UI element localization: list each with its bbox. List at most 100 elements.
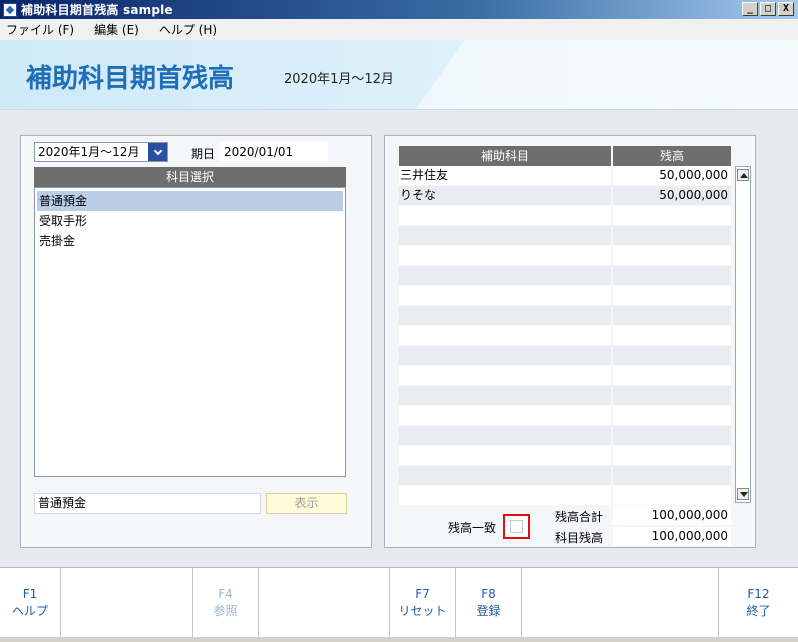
balance-cell[interactable] <box>613 206 731 225</box>
menu-edit[interactable]: 編集 (E) <box>94 21 139 38</box>
sub-account-cell[interactable] <box>399 466 611 485</box>
balance-cell[interactable] <box>613 286 731 305</box>
period-dropdown-button[interactable] <box>148 143 167 161</box>
balance-cell[interactable] <box>613 346 731 365</box>
list-item[interactable]: 受取手形 <box>37 211 343 231</box>
account-list-header: 科目選択 <box>34 167 346 187</box>
balance-cell[interactable]: 50,000,000 <box>613 166 731 185</box>
table-row[interactable]: りそな 50,000,000 <box>399 186 731 206</box>
sub-account-cell[interactable] <box>399 306 611 325</box>
balance-cell[interactable] <box>613 366 731 385</box>
sub-account-cell[interactable] <box>399 366 611 385</box>
date-label: 期日 <box>191 147 216 161</box>
fkey-key: F7 <box>415 587 430 601</box>
table-row[interactable] <box>399 306 731 326</box>
fkey-label: 登録 <box>476 604 501 618</box>
table-row[interactable] <box>399 466 731 486</box>
account-balance-label: 科目残高 <box>555 531 604 545</box>
table-row[interactable]: 三井住友 50,000,000 <box>399 166 731 186</box>
balance-cell[interactable] <box>613 246 731 265</box>
account-listbox[interactable]: 普通預金 受取手形 売掛金 <box>34 187 346 477</box>
chevron-down-icon <box>153 146 162 155</box>
table-row[interactable] <box>399 366 731 386</box>
f7-reset-button[interactable]: F7 リセット <box>390 568 456 638</box>
sub-account-cell[interactable] <box>399 226 611 245</box>
sub-account-cell[interactable] <box>399 246 611 265</box>
table-row[interactable] <box>399 406 731 426</box>
period-select-value: 2020年1月～12月 <box>38 145 140 159</box>
table-row[interactable] <box>399 326 731 346</box>
sub-account-cell[interactable] <box>399 426 611 445</box>
balance-cell[interactable] <box>613 326 731 345</box>
sub-account-cell[interactable] <box>399 286 611 305</box>
sub-account-cell[interactable] <box>399 386 611 405</box>
f1-help-button[interactable]: F1 ヘルプ <box>0 568 61 638</box>
total-balance-value: 100,000,000 <box>613 506 731 525</box>
scroll-up-button[interactable] <box>737 169 749 181</box>
balance-cell[interactable]: 50,000,000 <box>613 186 731 205</box>
fkey-key: F4 <box>218 587 233 601</box>
table-row[interactable] <box>399 386 731 406</box>
list-item[interactable]: 売掛金 <box>37 231 343 251</box>
f8-register-button[interactable]: F8 登録 <box>456 568 522 638</box>
window-title: 補助科目期首残高 sample <box>21 3 173 17</box>
sub-account-cell[interactable] <box>399 326 611 345</box>
sub-account-cell[interactable] <box>399 446 611 465</box>
menu-bar: ファイル (F) 編集 (E) ヘルプ (H) <box>0 19 798 40</box>
balance-cell[interactable] <box>613 306 731 325</box>
menu-file[interactable]: ファイル (F) <box>6 21 74 38</box>
table-row[interactable] <box>399 346 731 366</box>
scroll-down-button[interactable] <box>737 488 749 500</box>
table-row[interactable] <box>399 446 731 466</box>
column-header-balance: 残高 <box>613 146 731 166</box>
f4-reference-button[interactable]: F4 参照 <box>193 568 259 638</box>
selected-account-field[interactable]: 普通預金 <box>34 493 261 514</box>
balance-cell[interactable] <box>613 426 731 445</box>
balance-cell[interactable] <box>613 406 731 425</box>
sub-account-cell[interactable]: 三井住友 <box>399 166 611 185</box>
table-row[interactable] <box>399 226 731 246</box>
arrow-up-icon <box>740 173 748 178</box>
total-balance-label: 残高合計 <box>555 510 604 524</box>
arrow-down-icon <box>740 492 748 497</box>
header-period: 2020年1月～12月 <box>284 72 394 87</box>
balance-match-label: 残高一致 <box>448 521 497 535</box>
fkey-key: F8 <box>481 587 496 601</box>
fkey-label: リセット <box>398 604 447 618</box>
grid-scrollbar[interactable] <box>735 166 751 503</box>
column-header-sub-account: 補助科目 <box>399 146 611 166</box>
table-row[interactable] <box>399 286 731 306</box>
balance-cell[interactable] <box>613 266 731 285</box>
period-select[interactable]: 2020年1月～12月 <box>34 142 168 162</box>
minimize-button[interactable]: _ <box>742 2 758 16</box>
fkey-blank <box>61 568 193 638</box>
table-row[interactable] <box>399 206 731 226</box>
table-row[interactable] <box>399 426 731 446</box>
balance-cell[interactable] <box>613 486 731 505</box>
close-button[interactable]: X <box>778 2 794 16</box>
balance-cell[interactable] <box>613 466 731 485</box>
table-row[interactable] <box>399 486 731 506</box>
fkey-label: ヘルプ <box>11 604 48 618</box>
balance-cell[interactable] <box>613 386 731 405</box>
f12-exit-button[interactable]: F12 終了 <box>719 568 798 638</box>
date-field[interactable]: 2020/01/01 <box>220 142 328 162</box>
menu-help[interactable]: ヘルプ (H) <box>159 21 217 38</box>
sub-account-cell[interactable] <box>399 206 611 225</box>
show-button[interactable]: 表示 <box>266 493 347 514</box>
sub-account-cell[interactable] <box>399 486 611 505</box>
balance-match-checkbox[interactable] <box>503 514 530 539</box>
table-row[interactable] <box>399 266 731 286</box>
table-row[interactable] <box>399 246 731 266</box>
balance-cell[interactable] <box>613 226 731 245</box>
list-item[interactable]: 普通預金 <box>37 191 343 211</box>
checkbox-box[interactable] <box>510 520 523 533</box>
sub-account-cell[interactable] <box>399 406 611 425</box>
fkey-blank <box>259 568 390 638</box>
header-decoration <box>415 40 798 109</box>
sub-account-cell[interactable] <box>399 346 611 365</box>
maximize-button[interactable]: □ <box>760 2 776 16</box>
sub-account-cell[interactable] <box>399 266 611 285</box>
balance-cell[interactable] <box>613 446 731 465</box>
sub-account-cell[interactable]: りそな <box>399 186 611 205</box>
